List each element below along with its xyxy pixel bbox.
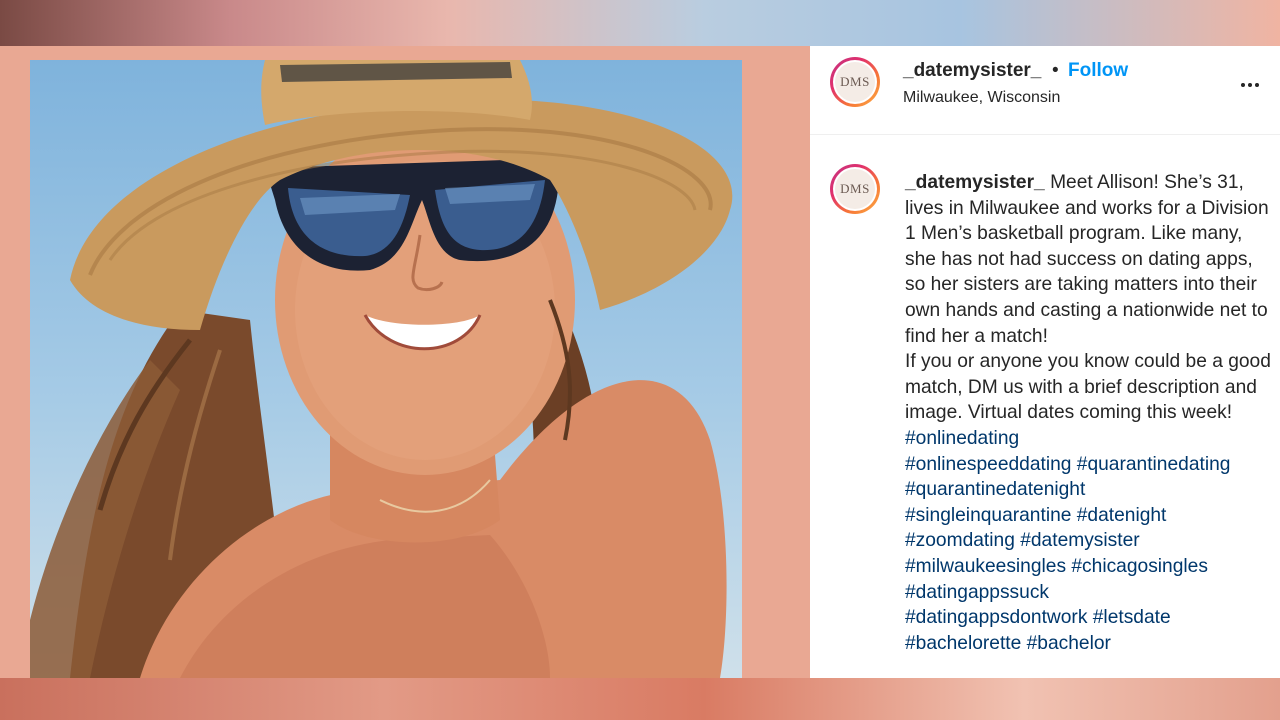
avatar-logo: DMS — [835, 62, 875, 102]
hashtag-link[interactable]: #onlinespeeddating — [905, 454, 1071, 475]
post-photo-illustration — [30, 60, 733, 678]
separator-dot: • — [1052, 60, 1059, 81]
location-link[interactable]: Milwaukee, Wisconsin — [903, 89, 1060, 107]
avatar-ring: DMS — [833, 60, 877, 104]
username-link[interactable]: _datemysister_ — [903, 60, 1041, 82]
avatar-logo: DMS — [835, 169, 875, 209]
hashtag-link[interactable]: #singleinquarantine — [905, 505, 1071, 526]
top-blurred-band — [0, 0, 1280, 46]
profile-avatar[interactable]: DMS — [830, 57, 880, 107]
hashtag-link[interactable]: #quarantinedatenight — [905, 479, 1085, 500]
hashtag-link[interactable]: #bachelor — [1027, 633, 1111, 654]
caption-text: If you or anyone you know could be a goo… — [905, 351, 1271, 424]
caption-paragraph-2: If you or anyone you know could be a goo… — [905, 349, 1271, 656]
hashtag-link[interactable]: #datingappssuck — [905, 582, 1049, 603]
avatar-ring: DMS — [833, 167, 877, 211]
hashtag-link[interactable]: #zoomdating — [905, 530, 1015, 551]
hashtag-link[interactable]: #letsdate — [1093, 607, 1171, 628]
hashtag-link[interactable]: #quarantinedating — [1077, 454, 1231, 475]
post-caption: _datemysister_ Meet Allison! She’s 31, l… — [905, 170, 1271, 656]
more-dot — [1241, 83, 1245, 87]
hashtag-link[interactable]: #datemysister — [1020, 530, 1139, 551]
more-horizontal-icon[interactable] — [1235, 70, 1265, 100]
hashtag-link[interactable]: #datenight — [1077, 505, 1167, 526]
bottom-blurred-band — [0, 678, 1280, 720]
hashtag-link[interactable]: #milwaukeesingles — [905, 556, 1066, 577]
caption-avatar[interactable]: DMS — [830, 164, 880, 214]
hashtag-link[interactable]: #chicagosingles — [1071, 556, 1208, 577]
hashtag-link[interactable]: #onlinedating — [905, 428, 1019, 449]
caption-text: Meet Allison! She’s 31, lives in Milwauk… — [905, 172, 1269, 347]
follow-button[interactable]: Follow — [1068, 60, 1128, 82]
hashtag-link[interactable]: #datingappsdontwork — [905, 607, 1087, 628]
post-photo[interactable] — [30, 60, 742, 678]
caption-username-link[interactable]: _datemysister_ — [905, 172, 1045, 193]
hashtag-link[interactable]: #bachelorette — [905, 633, 1021, 654]
post-side-panel: DMS _datemysister_ • Follow Milwaukee, W… — [810, 46, 1280, 678]
post-header: DMS _datemysister_ • Follow Milwaukee, W… — [810, 46, 1280, 135]
caption-paragraph-1: _datemysister_ Meet Allison! She’s 31, l… — [905, 170, 1271, 349]
more-dot — [1248, 83, 1252, 87]
more-dot — [1255, 83, 1259, 87]
